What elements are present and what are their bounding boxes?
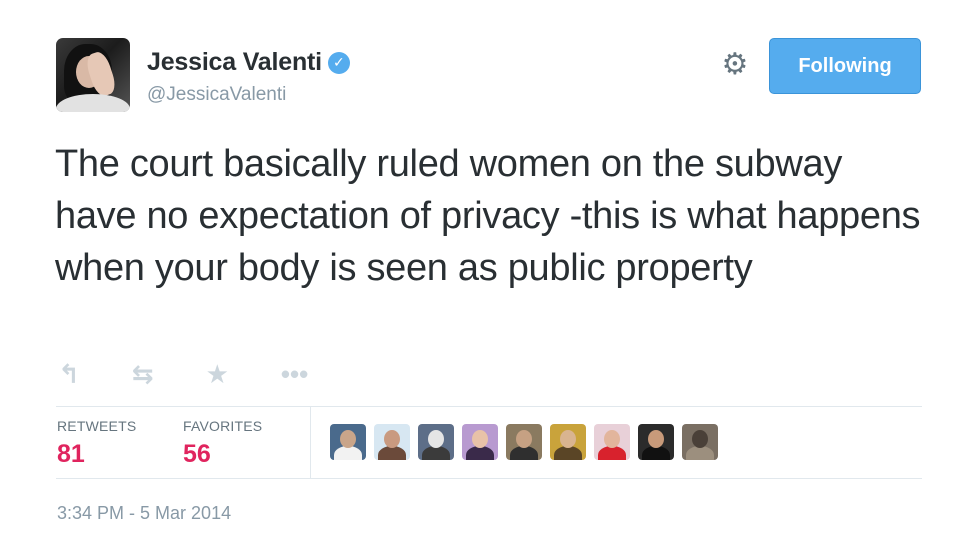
gear-icon[interactable]: ⚙ bbox=[720, 50, 750, 80]
favoriter-body bbox=[466, 446, 494, 460]
favorites-label: FAVORITES bbox=[183, 418, 263, 434]
following-button[interactable]: Following bbox=[769, 38, 921, 94]
author-name-row: Jessica Valenti ✓ bbox=[147, 48, 350, 77]
stats-divider-vertical bbox=[310, 406, 311, 478]
favoriter-avatar-5[interactable] bbox=[506, 424, 542, 460]
stats-divider-bottom bbox=[56, 478, 922, 479]
favoriter-avatar-3[interactable] bbox=[418, 424, 454, 460]
favoriter-avatar-1[interactable] bbox=[330, 424, 366, 460]
retweets-label: RETWEETS bbox=[57, 418, 137, 434]
favoriter-avatar-4[interactable] bbox=[462, 424, 498, 460]
reply-icon[interactable]: ↰ bbox=[58, 360, 80, 388]
favoriter-body bbox=[422, 446, 450, 460]
favoriter-avatar-6[interactable] bbox=[550, 424, 586, 460]
favoriter-body bbox=[642, 446, 670, 460]
profile-avatar[interactable] bbox=[56, 38, 130, 112]
favoriter-head bbox=[428, 430, 444, 448]
favorites-count: 56 bbox=[183, 440, 211, 468]
author-handle[interactable]: @JessicaValenti bbox=[147, 84, 286, 106]
tweet-text: The court basically ruled women on the s… bbox=[55, 143, 921, 289]
favoriter-head bbox=[340, 430, 356, 448]
favoriters-list bbox=[330, 424, 726, 460]
stats-divider-top bbox=[56, 406, 922, 407]
author-display-name[interactable]: Jessica Valenti bbox=[147, 48, 322, 77]
favoriter-body bbox=[510, 446, 538, 460]
favoriter-avatar-7[interactable] bbox=[594, 424, 630, 460]
favoriter-head bbox=[516, 430, 532, 448]
favorites-stat[interactable]: FAVORITES 56 bbox=[183, 418, 262, 469]
favoriter-avatar-9[interactable] bbox=[682, 424, 718, 460]
verified-badge-icon: ✓ bbox=[327, 51, 350, 74]
favoriter-body bbox=[334, 446, 362, 460]
favoriter-body bbox=[554, 446, 582, 460]
favorite-star-icon[interactable]: ★ bbox=[206, 360, 229, 388]
favoriter-head bbox=[384, 430, 400, 448]
more-icon[interactable]: ••• bbox=[281, 360, 308, 388]
favoriter-avatar-8[interactable] bbox=[638, 424, 674, 460]
tweet-timestamp[interactable]: 3:34 PM - 5 Mar 2014 bbox=[57, 503, 231, 524]
tweet-actions: ↰ ⇆ ★ ••• bbox=[58, 360, 360, 388]
favoriter-body bbox=[598, 446, 626, 460]
favoriter-avatar-2[interactable] bbox=[374, 424, 410, 460]
favoriter-head bbox=[692, 430, 708, 448]
favoriter-head bbox=[560, 430, 576, 448]
favoriter-head bbox=[604, 430, 620, 448]
favoriter-body bbox=[378, 446, 406, 460]
favoriter-body bbox=[686, 446, 714, 460]
favoriter-head bbox=[472, 430, 488, 448]
favoriter-head bbox=[648, 430, 664, 448]
retweets-count: 81 bbox=[57, 440, 85, 468]
retweet-icon[interactable]: ⇆ bbox=[132, 360, 154, 388]
retweets-stat[interactable]: RETWEETS 81 bbox=[57, 418, 136, 469]
